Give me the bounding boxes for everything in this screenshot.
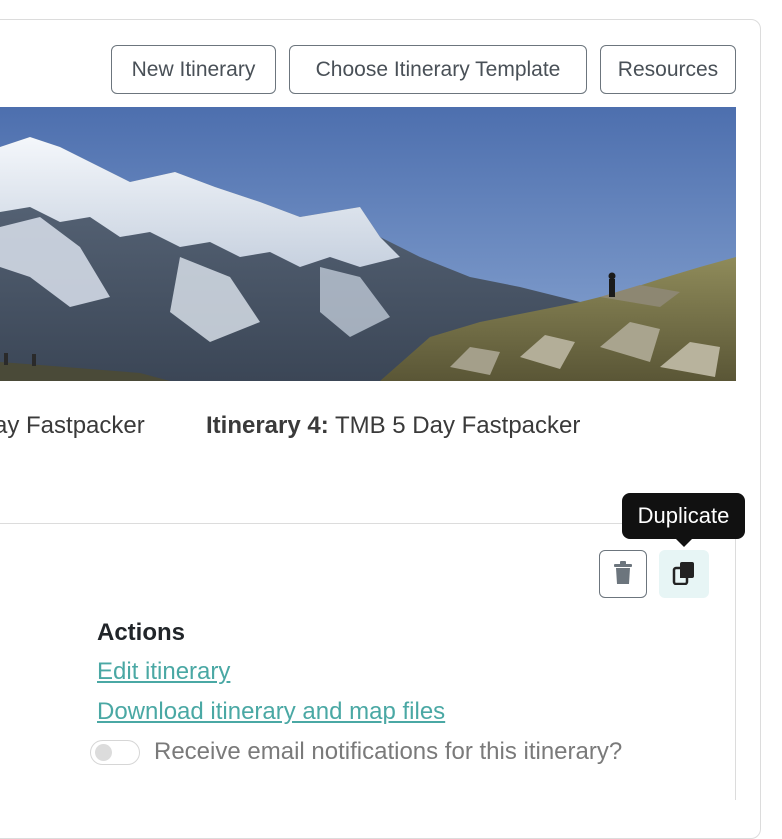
email-notifications-label: Receive email notifications for this iti…	[154, 738, 623, 765]
duplicate-tooltip: Duplicate	[622, 493, 745, 539]
choose-itinerary-template-button[interactable]: Choose Itinerary Template	[289, 45, 587, 94]
email-notifications-toggle[interactable]	[90, 740, 140, 765]
trash-icon	[613, 560, 633, 588]
tooltip-arrow	[676, 539, 692, 547]
itinerary-4-name: TMB 5 Day Fastpacker	[334, 412, 581, 439]
card-right-border	[735, 523, 736, 800]
itinerary-4-title[interactable]: Itinerary 4: TMB 5 Day Fastpacker	[206, 412, 580, 440]
delete-itinerary-button[interactable]	[599, 550, 647, 598]
download-itinerary-files-link[interactable]: Download itinerary and map files	[97, 698, 445, 726]
itinerary-4-label: Itinerary 4:	[206, 412, 329, 439]
duplicate-itinerary-button[interactable]	[659, 550, 709, 598]
new-itinerary-button[interactable]: New Itinerary	[111, 45, 276, 94]
itinerary-tabs: ay Fastpacker Itinerary 4: TMB 5 Day Fas…	[0, 412, 736, 446]
itinerary-3-name[interactable]: ay Fastpacker	[0, 412, 145, 440]
mountain-hero-image	[0, 107, 736, 381]
toggle-knob	[95, 744, 112, 761]
actions-heading: Actions	[97, 619, 186, 646]
copy-icon	[672, 561, 696, 588]
edit-itinerary-link[interactable]: Edit itinerary	[97, 658, 230, 686]
resources-button[interactable]: Resources	[600, 45, 736, 94]
